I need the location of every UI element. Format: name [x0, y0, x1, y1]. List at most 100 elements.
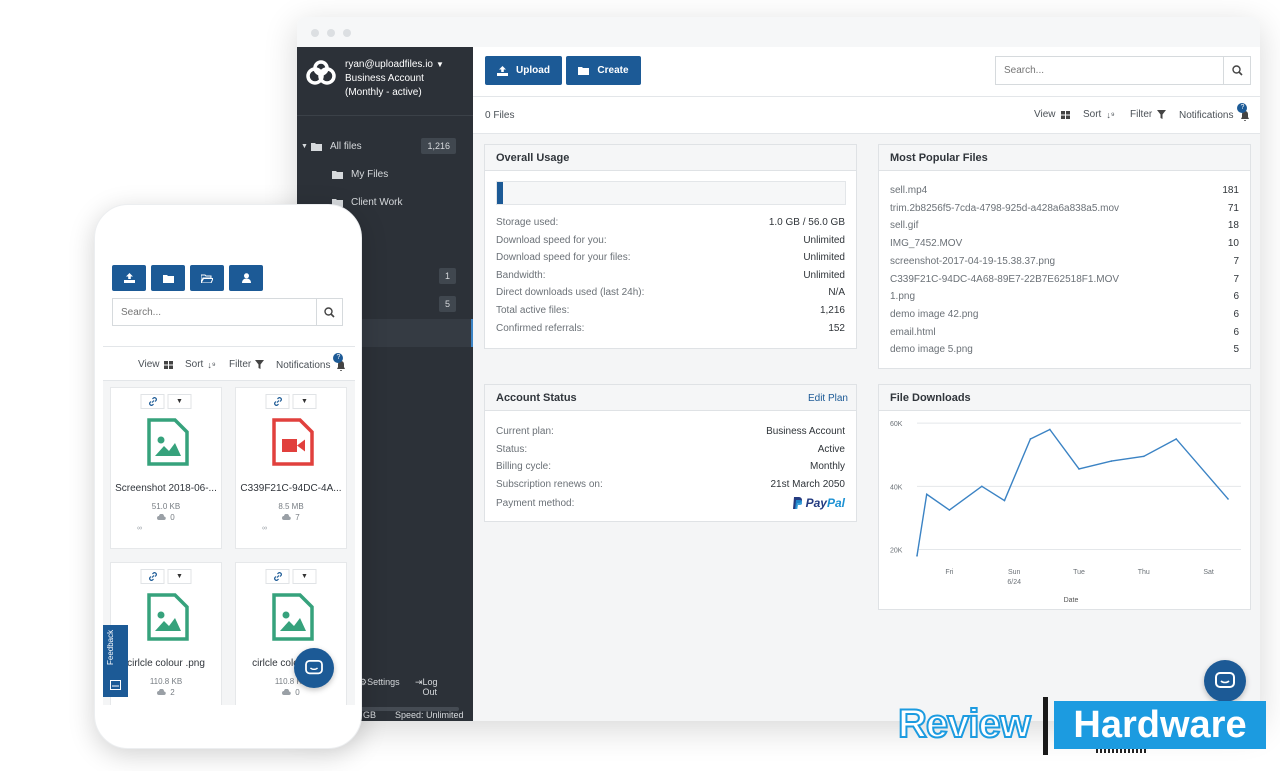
uploadfiles-logo-icon[interactable] [305, 59, 337, 87]
phone-filter-toggle[interactable]: Filter [229, 359, 265, 370]
search-button[interactable] [1223, 57, 1250, 84]
popular-file-row[interactable]: sell.mp4 181 [890, 185, 1239, 199]
notifications-toggle[interactable]: Notifications ? [1179, 103, 1250, 121]
copy-link-button[interactable] [140, 569, 165, 584]
row-value: 1.0 GB / 56.0 GB [768, 217, 845, 228]
storage-suffix: GB [363, 710, 377, 720]
copy-link-button[interactable] [265, 394, 290, 409]
download-count: 7 [295, 513, 300, 522]
phone-chat-launcher[interactable] [294, 648, 334, 688]
popular-file-row[interactable]: sell.gif 18 [890, 220, 1239, 234]
y-tick-label: 20K [890, 548, 903, 555]
cloud-download-icon [282, 688, 292, 695]
logout-label: Log Out [422, 677, 438, 697]
row-label: Billing cycle: [496, 461, 552, 473]
copy-link-button[interactable] [140, 394, 165, 409]
file-name: cirlcle colour .png [127, 658, 205, 669]
user-icon [241, 273, 251, 283]
upload-button[interactable]: Upload [485, 56, 562, 85]
card-menu-button[interactable]: ▼ [167, 394, 192, 409]
card-actions: ▼ [265, 569, 317, 584]
caret-down-icon: ▼ [435, 60, 444, 69]
file-card[interactable]: ▼ Screenshot 2018-06-... 51.0 KB 0 ∞ [110, 387, 222, 549]
popular-file-row[interactable]: trim.2b8256f5-7cda-4798-925d-a428a6a838a… [890, 203, 1239, 217]
sidebar-item-my-files[interactable]: My Files [297, 162, 473, 186]
account-menu[interactable]: ryan@uploadfiles.io ▼ Business Account (M… [345, 58, 444, 100]
grid-icon [163, 360, 173, 369]
file-size: 51.0 KB [151, 502, 181, 511]
x-tick-label: Thu [1138, 569, 1150, 576]
window-dot[interactable] [343, 29, 351, 37]
storage-usage-bar [496, 181, 846, 205]
sort-toggle[interactable]: Sort ↓⁹ [1083, 109, 1115, 120]
chat-launcher[interactable] [1204, 660, 1246, 702]
count-badge: 1 [438, 268, 456, 284]
popular-file-row[interactable]: demo image 42.png 6 [890, 309, 1239, 323]
phone-create-button[interactable] [151, 265, 185, 291]
card-actions: ▼ [140, 569, 192, 584]
phone-open-folder-button[interactable] [190, 265, 224, 291]
card-menu-button[interactable]: ▼ [292, 569, 317, 584]
paypal-icon [793, 497, 803, 509]
chat-icon [305, 660, 323, 675]
sidebar-divider [297, 115, 473, 116]
upload-label: Upload [516, 65, 550, 76]
popular-file-row[interactable]: screenshot-2017-04-19-15.38.37.png 7 [890, 256, 1239, 270]
window-dot[interactable] [327, 29, 335, 37]
view-toggle[interactable]: View [1034, 109, 1070, 120]
phone-upload-button[interactable] [112, 265, 146, 291]
filter-label: Filter [1130, 109, 1153, 120]
feedback-tab[interactable]: Feedback [103, 625, 128, 697]
popular-file-row[interactable]: 1.png 6 [890, 291, 1239, 305]
card-actions: ▼ [265, 394, 317, 409]
create-button[interactable]: Create [566, 56, 641, 85]
popular-file-row[interactable]: email.html 6 [890, 327, 1239, 341]
video-file-icon [272, 418, 314, 466]
row-label: Download speed for your files: [496, 252, 631, 264]
count-badge: 5 [438, 296, 456, 312]
row-value: Unlimited [803, 269, 845, 281]
file-name: C339F21C-94DC-4A... [240, 483, 342, 494]
phone-view-toggle[interactable]: View [138, 359, 173, 370]
status-row: Billing cycle: Monthly [496, 461, 845, 475]
sidebar-item-all-files[interactable]: ▼ All files 1,216 [297, 134, 473, 158]
file-card[interactable]: ▼ C339F21C-94DC-4A... 8.5 MB 7 ∞ [235, 387, 347, 549]
file-card[interactable]: ▼ cirlcle colour .png 110.8 KB 0 [235, 562, 347, 705]
download-count: 10 [1227, 238, 1239, 250]
usage-row: Storage used: 1.0 GB / 56.0 GB [496, 217, 845, 231]
row-label: Current plan: [496, 426, 554, 437]
popular-files-panel: Most Popular Files sell.mp4 181 trim.2b825… [878, 144, 1251, 369]
phone-notifications-toggle[interactable]: Notifications ? [276, 353, 346, 371]
edit-plan-link[interactable]: Edit Plan [808, 393, 848, 404]
phone-search-button[interactable] [316, 299, 342, 325]
data-point [948, 509, 951, 511]
logout-link[interactable]: ⇥ Log Out [415, 677, 438, 697]
panel-title: Most Popular Files [879, 145, 1250, 171]
phone-search-input[interactable] [113, 299, 316, 325]
popular-file-row[interactable]: demo image 5.png 5 [890, 344, 1239, 358]
sort-label: Sort [1083, 109, 1102, 120]
card-menu-button[interactable]: ▼ [292, 394, 317, 409]
popular-file-row[interactable]: IMG_7452.MOV 10 [890, 238, 1239, 252]
card-menu-button[interactable]: ▼ [167, 569, 192, 584]
phone-user-button[interactable] [229, 265, 263, 291]
row-label: Storage used: [496, 217, 559, 228]
file-name: 1.png [890, 291, 916, 303]
popular-file-row[interactable]: C339F21C-94DC-4A68-89E7-22B7E62518F1.MOV… [890, 274, 1239, 288]
account-status-panel: Account Status Edit Plan Current plan: Bu… [484, 384, 857, 522]
window-dot[interactable] [311, 29, 319, 37]
download-count-row: 0 [111, 513, 221, 522]
bell-icon: ? [333, 353, 346, 371]
search-input[interactable] [996, 57, 1224, 84]
folder-icon [162, 274, 174, 283]
chat-icon [1215, 672, 1235, 688]
filter-toggle[interactable]: Filter [1130, 109, 1167, 120]
phone-sort-toggle[interactable]: Sort ↓⁹ [185, 359, 216, 370]
caret-down-icon: ▼ [301, 398, 308, 405]
copy-link-button[interactable] [265, 569, 290, 584]
folder-icon [332, 170, 343, 179]
bell-icon: ? [1237, 103, 1250, 121]
window-titlebar [297, 17, 1260, 47]
data-point [1029, 438, 1032, 440]
sidebar-item-label: My Files [351, 168, 389, 180]
